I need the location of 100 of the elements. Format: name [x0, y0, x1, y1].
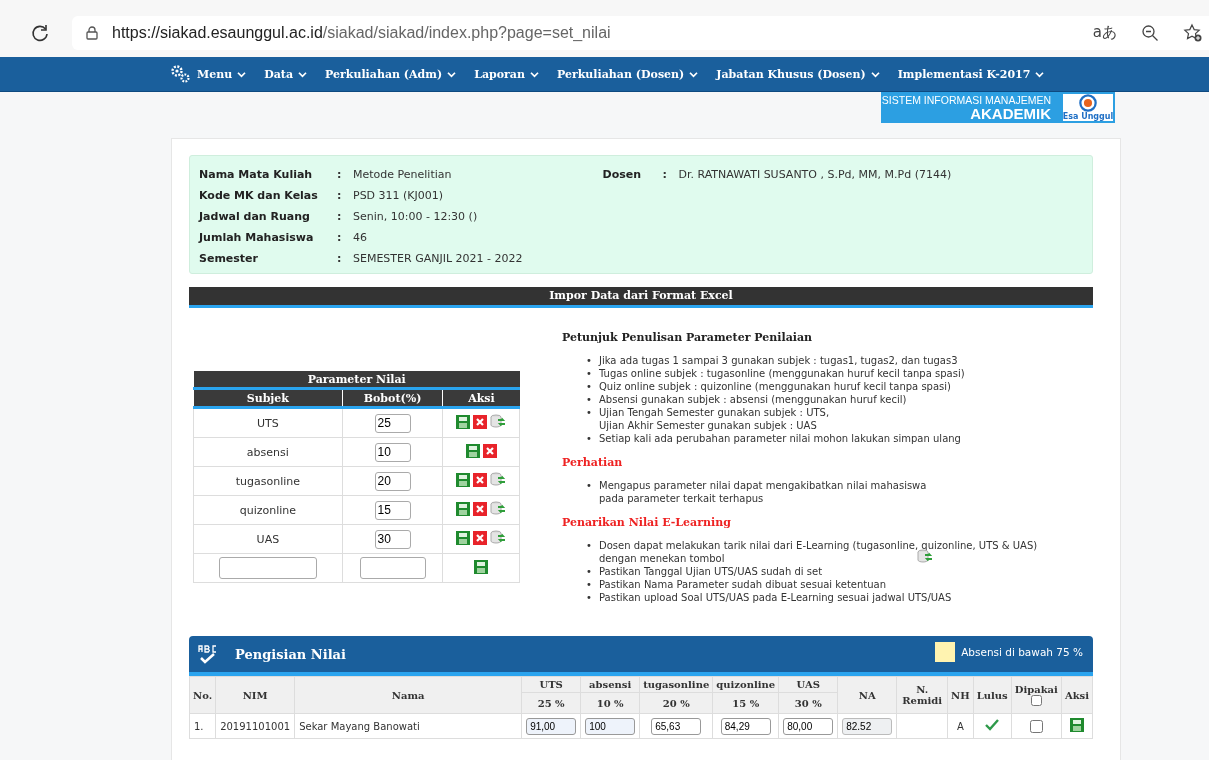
nav-menu-item[interactable]: Jabatan Khusus (Dosen) — [716, 67, 880, 81]
table-title: Parameter Nilai — [193, 371, 520, 389]
delete-icon[interactable] — [473, 501, 488, 516]
guide-item: Ujian Tengah Semester gunakan subjek : UTS, Ujian Akhir Semester gunakan subjek : UAS — [599, 406, 830, 432]
weight-field[interactable]: 15 — [374, 500, 411, 520]
column-header: Aksi — [1061, 676, 1093, 714]
column-header: quizonline — [712, 676, 779, 693]
column-header: No. — [189, 676, 216, 714]
database-sync-icon[interactable] — [490, 414, 507, 430]
caret-icon — [298, 70, 308, 78]
elearning-item: Pastikan Tanggal Ujian UTS/UAS sudah di set — [599, 565, 823, 578]
column-header: Nama — [294, 676, 522, 714]
database-sync-icon[interactable] — [490, 501, 507, 517]
name-cell: Sekar Mayang Banowati — [294, 713, 522, 739]
save-icon[interactable] — [465, 443, 480, 458]
weight-field[interactable]: 10 — [374, 442, 411, 462]
column-header: Lulus — [973, 676, 1012, 714]
database-sync-icon[interactable] — [490, 472, 507, 488]
nav-menu-item[interactable]: Menu — [170, 64, 247, 84]
guide-item: Absensi gunakan subjek : absensi (menggunakan huruf kecil) — [599, 393, 907, 406]
score-field[interactable]: 91,00 — [526, 717, 577, 735]
nav-menu-item[interactable]: Data — [264, 67, 308, 81]
guide-item: Tugas online subjek : tugasonline (menggunakan huruf kecil tanpa spasi) — [599, 367, 965, 380]
grade-cell: A — [947, 713, 974, 739]
address-bar[interactable]: https://siakad.esaunggul.ac.id/siakad/siakad/index.php?page=set_nilai aあ — [72, 15, 1209, 50]
score-field[interactable]: 65,63 — [651, 717, 702, 735]
score-field[interactable]: 100 — [585, 717, 636, 735]
save-icon[interactable] — [456, 472, 471, 487]
caret-icon — [529, 70, 539, 78]
elearning-heading: Penarikan Nilai E-Learning — [562, 516, 732, 529]
warning-heading: Perhatian — [562, 456, 624, 469]
nav-menu-item[interactable]: Perkuliahan (Adm) — [325, 67, 457, 81]
logo-caption: Esa Unggul — [1062, 112, 1114, 121]
field-label: Nama Mata Kuliah — [199, 168, 314, 181]
zoom-out-icon[interactable] — [1141, 23, 1159, 42]
nav-menu-item[interactable]: Perkuliahan (Dosen) — [556, 67, 699, 81]
subject-cell: absensi — [193, 437, 343, 467]
save-icon[interactable] — [456, 501, 471, 516]
save-icon[interactable] — [1069, 718, 1084, 732]
guide-item: Setiap kali ada perubahan parameter nilai mohon lakukan simpan ulang — [599, 432, 961, 445]
subject-cell: UTS — [193, 407, 343, 438]
field-value: SEMESTER GANJIL 2021 - 2022 — [353, 252, 523, 265]
colon: : — [337, 189, 343, 202]
delete-icon[interactable] — [473, 414, 488, 429]
field-label: Jadwal dan Ruang — [199, 210, 311, 223]
field-label: Jumlah Mahasiswa — [199, 231, 315, 244]
nav-menu-item[interactable]: Implementasi K-2017 — [897, 67, 1045, 81]
guide-item: Quiz online subjek : quizonline (menggunakan huruf kecil tanpa spasi) — [599, 380, 951, 393]
bullet: • — [586, 578, 593, 591]
weight-field[interactable]: 20 — [374, 471, 411, 491]
guide-heading: Petunjuk Penulisan Parameter Penilaian — [562, 331, 814, 344]
refresh-icon[interactable] — [30, 22, 50, 43]
column-header: tugasonline — [639, 676, 713, 693]
abc-check-icon — [197, 643, 219, 665]
colon: : — [337, 231, 343, 244]
score-field[interactable]: 84,29 — [720, 717, 771, 735]
caret-icon — [689, 70, 699, 78]
elearning-item: Pastikan upload Soal UTS/UAS pada E-Learning sesuai jadwal UTS/UAS — [599, 591, 952, 604]
select-all-checkbox[interactable] — [1030, 695, 1042, 706]
bullet: • — [586, 354, 593, 367]
import-header-bar[interactable]: Impor Data dari Format Excel — [189, 287, 1093, 308]
bullet: • — [586, 479, 593, 492]
final-score-field[interactable]: 82.52 — [842, 717, 893, 735]
field-label: Kode MK dan Kelas — [199, 189, 319, 202]
favorites-add-icon[interactable] — [1183, 22, 1203, 43]
read-aloud-icon[interactable]: aあ — [1092, 23, 1117, 42]
column-header: N. Remidi — [896, 676, 948, 714]
field-value: Dr. RATNAWATI SUSANTO , S.Pd, MM, M.Pd (7144) — [678, 168, 952, 181]
save-icon[interactable] — [456, 530, 471, 545]
column-header: UAS — [778, 676, 838, 693]
weight-field[interactable] — [359, 557, 426, 579]
delete-icon[interactable] — [473, 530, 488, 545]
field-value: 46 — [353, 231, 367, 244]
column-header: Dipakai — [1014, 684, 1058, 695]
database-sync-icon[interactable] — [490, 530, 507, 546]
save-icon[interactable] — [456, 414, 471, 429]
field-label: Semester — [199, 252, 259, 265]
subject-cell: UAS — [193, 524, 343, 554]
warning-item: Mengapus parameter nilai dapat mengakibatkan nilai mahasiswa pada parameter terkait terhapus — [599, 479, 927, 505]
nav-menu-item[interactable]: Laporan — [474, 67, 539, 81]
score-field[interactable]: 80,00 — [783, 717, 834, 735]
bullet: • — [586, 539, 593, 552]
lock-icon — [86, 25, 98, 40]
url-text: https://siakad.esaunggul.ac.id/siakad/siakad/index.php?page=set_nilai — [112, 23, 611, 42]
weight-field[interactable]: 25 — [374, 413, 411, 433]
caret-icon — [447, 70, 457, 78]
academic-system-logo: SISTEM INFORMASI MANAJEMEN AKADEMIK Esa Unggul — [881, 92, 1115, 123]
subject-field[interactable] — [218, 557, 317, 579]
university-emblem-icon — [1077, 94, 1099, 112]
delete-icon[interactable] — [473, 472, 488, 487]
subject-cell: tugasonline — [193, 466, 343, 496]
caret-icon — [1035, 70, 1045, 78]
weight-field[interactable]: 30 — [374, 529, 411, 549]
gears-icon — [170, 64, 192, 84]
save-icon[interactable] — [474, 559, 489, 574]
delete-icon[interactable] — [482, 443, 497, 458]
used-checkbox[interactable] — [1030, 719, 1044, 733]
column-header: NIM — [215, 676, 295, 714]
bullet: • — [586, 367, 593, 380]
field-value: PSD 311 (KJ001) — [353, 189, 444, 202]
